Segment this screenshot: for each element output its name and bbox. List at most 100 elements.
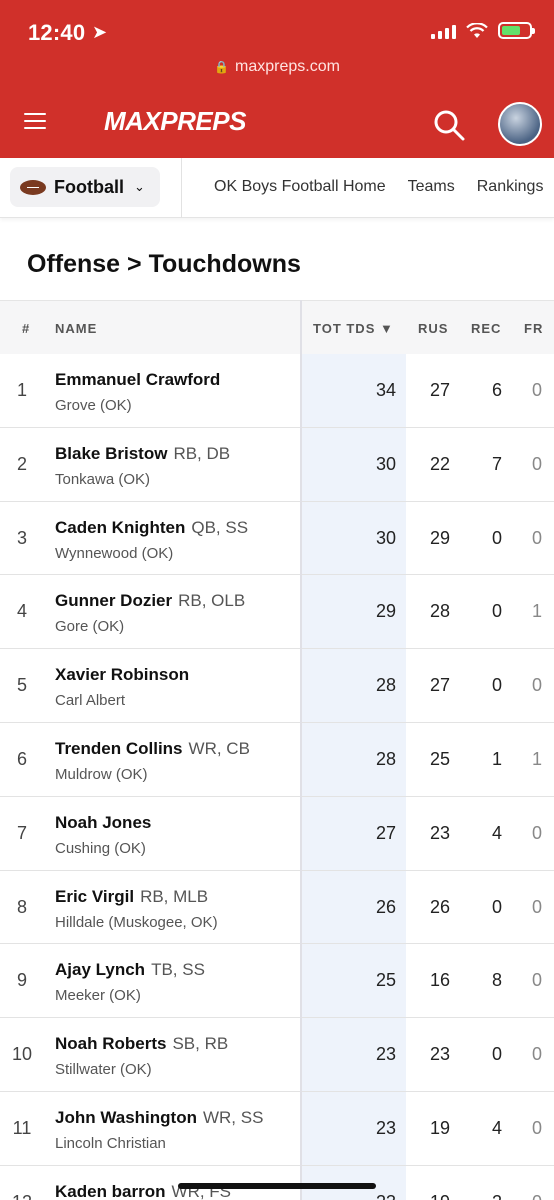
header-rec[interactable]: REC [471, 321, 501, 336]
player-name-text: John Washington [55, 1107, 197, 1127]
url-bar[interactable]: 🔒 maxpreps.com [0, 58, 554, 76]
player-name[interactable]: Noah Roberts SB, RB [55, 1034, 228, 1054]
school-name[interactable]: Stillwater (OK) [55, 1061, 152, 1078]
school-name[interactable]: Tonkawa (OK) [55, 471, 150, 488]
player-name-text: Trenden Collins [55, 738, 183, 758]
chevron-down-icon: ⌄ [134, 179, 145, 194]
school-name[interactable]: Meeker (OK) [55, 987, 141, 1004]
table-header: # NAME TOT TDS ▼ RUS REC FR [0, 300, 554, 354]
player-name[interactable]: Xavier Robinson [55, 665, 195, 685]
school-name[interactable]: Carl Albert [55, 692, 125, 709]
site-logo[interactable]: MAXPREPS [104, 106, 246, 137]
rus-value: 23 [429, 1044, 450, 1065]
rank: 5 [16, 675, 27, 696]
player-name[interactable]: Noah Jones [55, 813, 157, 833]
school-name[interactable]: Grove (OK) [55, 397, 132, 414]
subnav-link-home[interactable]: OK Boys Football Home [214, 178, 386, 196]
rus-value: 16 [429, 970, 450, 991]
header-name[interactable]: NAME [55, 321, 97, 336]
subnav-link-rankings[interactable]: Rankings [477, 178, 544, 196]
header-rus[interactable]: RUS [418, 321, 448, 336]
school-name[interactable]: Wynnewood (OK) [55, 545, 173, 562]
player-name-text: Gunner Dozier [55, 591, 173, 611]
player-name[interactable]: Ajay Lynch TB, SS [55, 960, 205, 980]
page-title: Offense > Touchdowns [27, 250, 301, 278]
school-name[interactable]: Muldrow (OK) [55, 766, 148, 783]
header-tot-tds[interactable]: TOT TDS ▼ [313, 321, 394, 336]
table-row[interactable]: 5 Xavier Robinson Carl Albert 28 27 0 0 [0, 649, 554, 723]
table-row[interactable]: 6 Trenden Collins WR, CB Muldrow (OK) 28 … [0, 723, 554, 797]
tot-tds-value: 28 [375, 675, 396, 696]
tot-tds-value: 34 [375, 380, 396, 400]
table-row[interactable]: 3 Caden Knighten QB, SS Wynnewood (OK) 30… [0, 502, 554, 576]
tot-tds-value: 25 [375, 970, 396, 991]
tot-tds-value: 28 [375, 748, 396, 769]
table-row[interactable]: 11 John Washington WR, SS Lincoln Christi… [0, 1092, 554, 1166]
menu-icon[interactable] [24, 113, 46, 131]
rus-value: 25 [429, 748, 450, 769]
player-name-text: Noah Jones [55, 812, 152, 832]
rus-value: 27 [429, 380, 450, 400]
player-name-text: Emmanuel Crawford [55, 370, 221, 389]
player-name[interactable]: Trenden Collins WR, CB [55, 739, 250, 759]
player-name[interactable]: Gunner Dozier RB, OLB [55, 591, 245, 611]
player-position: RB, MLB [140, 886, 209, 906]
player-name[interactable]: Eric Virgil RB, MLB [55, 887, 208, 907]
rank: 3 [16, 527, 27, 548]
rank: 10 [11, 1044, 33, 1065]
subnav-link-teams[interactable]: Teams [408, 178, 455, 196]
rank: 7 [16, 822, 27, 843]
table-row[interactable]: 10 Noah Roberts SB, RB Stillwater (OK) 23… [0, 1018, 554, 1092]
lock-icon: 🔒 [214, 60, 230, 74]
table-row[interactable]: 1 Emmanuel Crawford Grove (OK) 34 27 6 0 [0, 354, 554, 428]
rec-value: 4 [491, 822, 502, 843]
wifi-icon [466, 22, 488, 38]
player-name[interactable]: Emmanuel Crawford [55, 370, 226, 390]
rank: 2 [16, 453, 27, 474]
player-name-text: Xavier Robinson [55, 665, 190, 685]
table-row[interactable]: 2 Blake Bristow RB, DB Tonkawa (OK) 30 22… [0, 428, 554, 502]
table-row[interactable]: 4 Gunner Dozier RB, OLB Gore (OK) 29 28 0… [0, 575, 554, 650]
battery-icon [498, 22, 535, 39]
sport-subnav: Football ⌄ OK Boys Football Home Teams R… [0, 158, 554, 218]
divider [181, 158, 182, 218]
sport-selector[interactable]: Football ⌄ [10, 167, 160, 207]
table-body: 1 Emmanuel Crawford Grove (OK) 34 27 6 0… [0, 354, 554, 1200]
rec-value: 0 [491, 1044, 502, 1065]
fr-value: 0 [532, 1117, 543, 1138]
player-name-text: Ajay Lynch [55, 960, 146, 980]
column-divider [300, 300, 302, 1200]
rus-value: 19 [429, 1117, 450, 1138]
tot-tds-value: 29 [375, 601, 396, 622]
header-fr[interactable]: FR [524, 321, 543, 336]
subnav-links: OK Boys Football Home Teams Rankings [214, 178, 543, 196]
school-name[interactable]: Hilldale (Muskogee, OK) [55, 914, 218, 931]
fr-value: 0 [532, 822, 543, 843]
rank: 1 [16, 380, 27, 400]
player-name[interactable]: Caden Knighten QB, SS [55, 518, 248, 538]
fr-value: 0 [532, 380, 543, 400]
fr-value: 0 [532, 896, 543, 917]
search-icon[interactable] [432, 108, 466, 142]
school-name[interactable]: Cushing (OK) [55, 840, 146, 857]
fr-value: 0 [532, 527, 543, 548]
rec-value: 0 [491, 527, 502, 548]
player-name[interactable]: John Washington WR, SS [55, 1108, 263, 1128]
player-name[interactable]: Blake Bristow RB, DB [55, 444, 230, 464]
table-row[interactable]: 8 Eric Virgil RB, MLB Hilldale (Muskogee,… [0, 871, 554, 945]
rec-value: 8 [491, 970, 502, 991]
status-time: 12:40 [28, 20, 86, 45]
rec-value: 0 [491, 896, 502, 917]
fr-value: 1 [532, 601, 543, 622]
table-row[interactable]: 9 Ajay Lynch TB, SS Meeker (OK) 25 16 8 0 [0, 944, 554, 1019]
player-position: RB, OLB [178, 591, 246, 611]
rec-value: 6 [491, 380, 502, 400]
tot-tds-value: 23 [356, 1192, 396, 1200]
stats-table: # NAME TOT TDS ▼ RUS REC FR 1 Emmanuel C… [0, 300, 554, 1200]
rus-value: 28 [429, 601, 450, 622]
fr-value: 0 [532, 1044, 543, 1065]
school-name[interactable]: Gore (OK) [55, 618, 124, 635]
table-row[interactable]: 7 Noah Jones Cushing (OK) 27 23 4 0 [0, 797, 554, 871]
avatar[interactable] [498, 102, 542, 146]
school-name[interactable]: Lincoln Christian [55, 1135, 166, 1152]
